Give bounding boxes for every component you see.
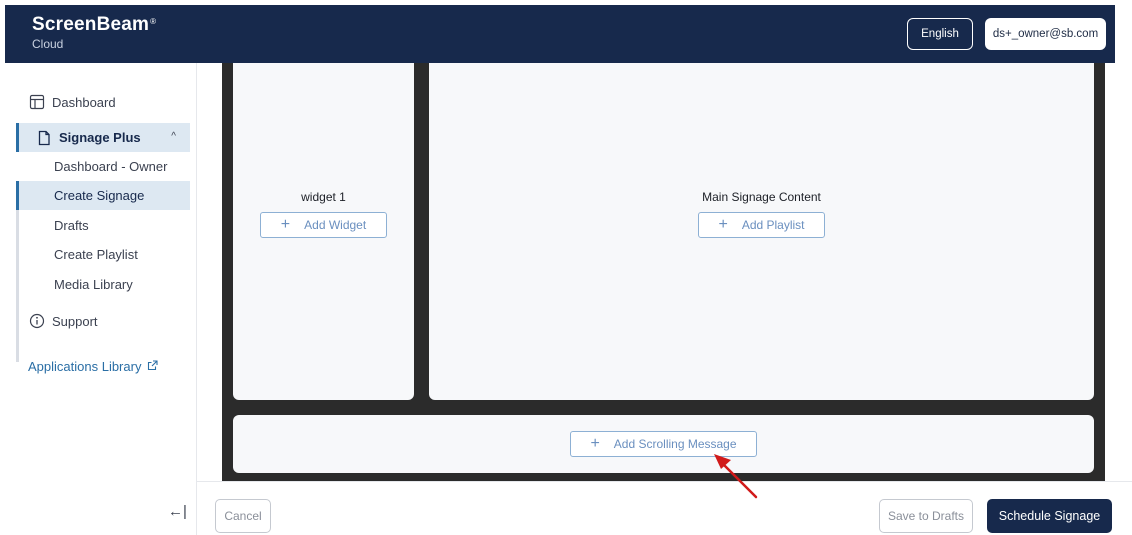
sidebar-item-label: Dashboard — [52, 94, 116, 110]
plus-icon: + — [590, 435, 600, 452]
red-arrow-annotation — [714, 454, 758, 499]
sidebar-item-support[interactable]: Support — [29, 311, 98, 331]
external-link-icon — [147, 359, 159, 374]
sidebar: Dashboard Signage Plus ^ Dashboard - Own… — [5, 63, 197, 535]
plus-icon: + — [280, 216, 291, 233]
sidebar-item-dashboard[interactable]: Dashboard — [29, 92, 116, 112]
brand-logo[interactable]: ScreenBeam® Cloud — [32, 14, 156, 51]
info-circle-icon — [29, 313, 45, 329]
scrolling-message-zone: + Add Scrolling Message — [233, 415, 1094, 473]
brand-name: ScreenBeam — [32, 14, 150, 35]
action-footer: Cancel Save to Drafts Schedule Signage — [197, 481, 1132, 535]
applications-library-label: Applications Library — [28, 359, 142, 374]
app-root: ScreenBeam® Cloud English ds+_owner@sb.c… — [0, 0, 1132, 535]
sidebar-subitem-create-playlist[interactable]: Create Playlist — [16, 240, 190, 269]
add-playlist-button[interactable]: + Add Playlist — [698, 212, 825, 238]
language-button[interactable]: English — [907, 18, 973, 50]
brand-subtitle: Cloud — [32, 37, 64, 51]
widget-zone: widget 1 + Add Widget — [233, 63, 414, 400]
signage-layout-canvas: widget 1 + Add Widget Main Signage Conte… — [222, 63, 1105, 481]
sidebar-subitem-media-library[interactable]: Media Library — [16, 270, 190, 299]
cancel-button[interactable]: Cancel — [215, 499, 271, 533]
sidebar-item-signage-plus[interactable]: Signage Plus ^ — [16, 123, 190, 152]
collapse-sidebar-icon[interactable]: ←| — [168, 503, 187, 520]
sidebar-subitem-create-signage[interactable]: Create Signage — [16, 181, 190, 210]
plus-icon: + — [718, 216, 728, 233]
applications-library-link[interactable]: Applications Library — [28, 359, 159, 374]
schedule-signage-button[interactable]: Schedule Signage — [987, 499, 1112, 533]
brand-registered-mark: ® — [150, 16, 157, 26]
sidebar-subitem-dashboard-owner[interactable]: Dashboard - Owner — [16, 152, 190, 181]
save-to-drafts-button[interactable]: Save to Drafts — [879, 499, 973, 533]
sidebar-item-label: Support — [52, 313, 98, 329]
top-header: ScreenBeam® Cloud English ds+_owner@sb.c… — [5, 5, 1115, 63]
document-icon — [36, 130, 52, 146]
main-content-zone: Main Signage Content + Add Playlist — [429, 63, 1094, 400]
add-widget-label: Add Widget — [304, 218, 367, 232]
chevron-up-icon[interactable]: ^ — [171, 131, 176, 142]
add-scrolling-message-label: Add Scrolling Message — [613, 437, 737, 451]
sidebar-item-label: Signage Plus — [59, 130, 141, 145]
add-playlist-label: Add Playlist — [741, 218, 805, 232]
main-zone-title: Main Signage Content — [702, 190, 821, 204]
layout-icon — [29, 94, 45, 110]
user-account-button[interactable]: ds+_owner@sb.com — [985, 18, 1106, 50]
widget-zone-title: widget 1 — [301, 190, 346, 204]
sidebar-subitem-drafts[interactable]: Drafts — [16, 211, 190, 240]
add-widget-button[interactable]: + Add Widget — [260, 212, 387, 238]
